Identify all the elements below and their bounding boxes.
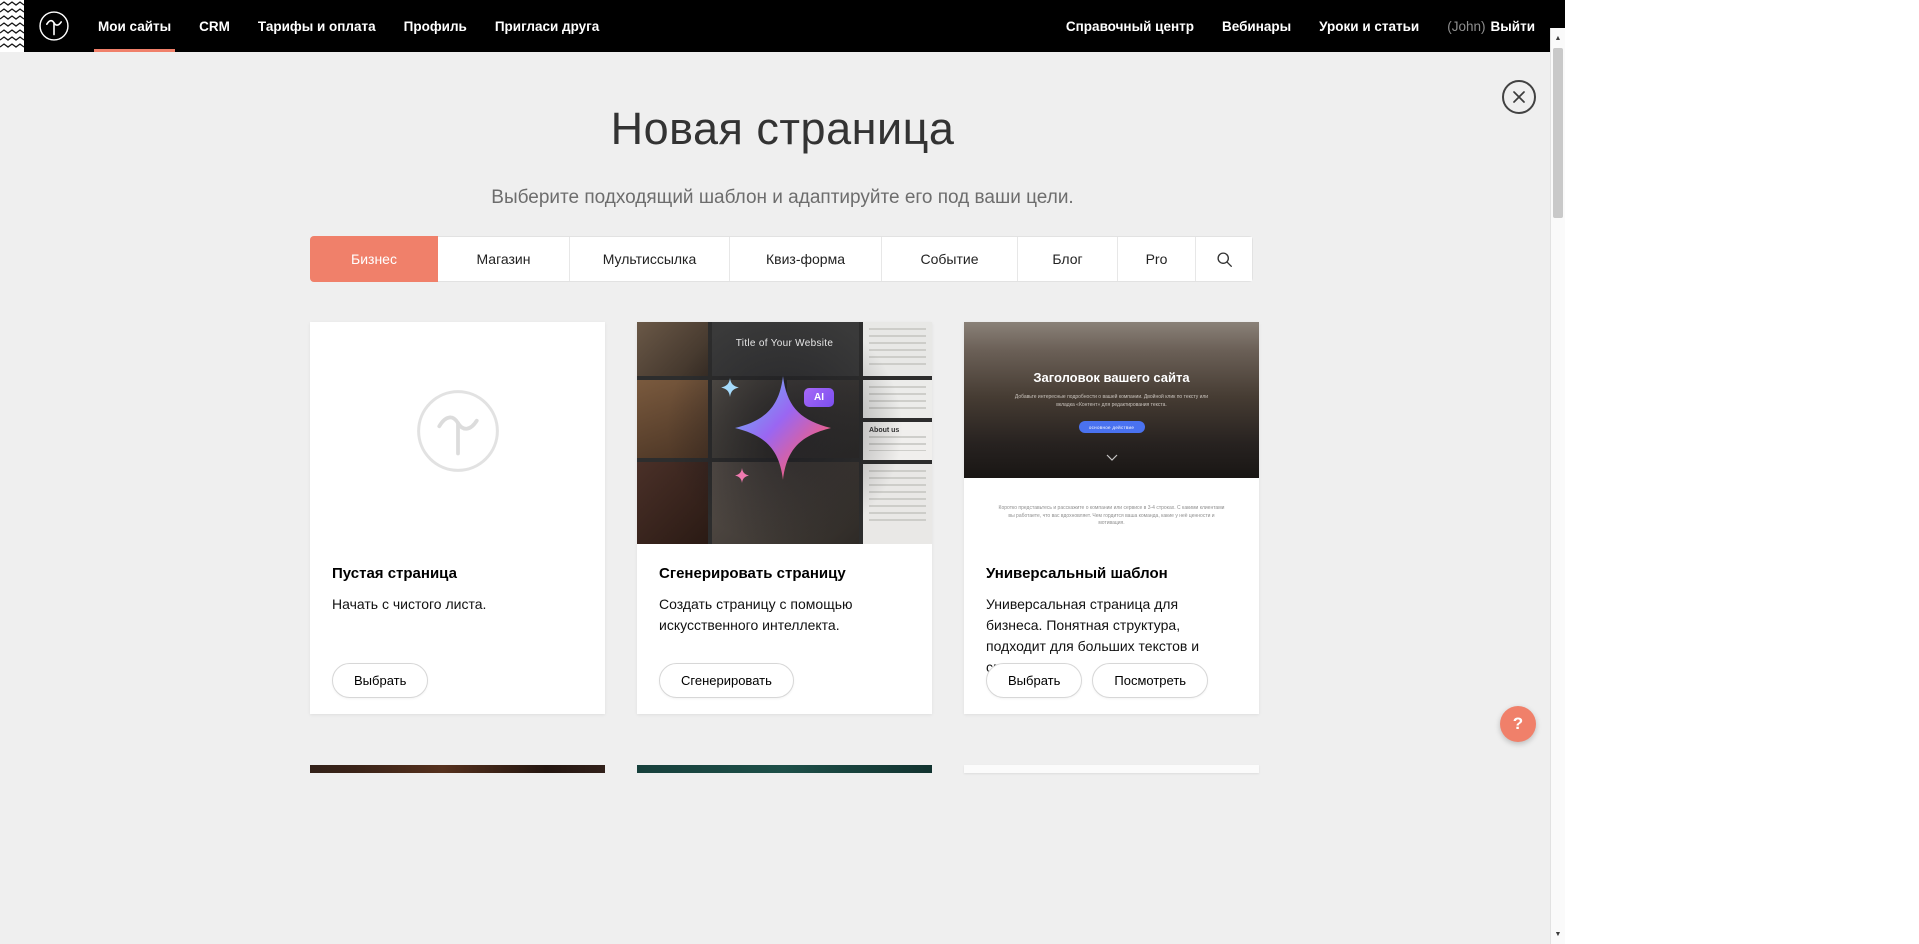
template-grid: Пустая страница Начать с чистого листа. … xyxy=(310,322,1259,714)
nav-help-center[interactable]: Справочный центр xyxy=(1052,0,1208,52)
small-sparkle-icon xyxy=(735,468,749,483)
main-nav: Мои сайты CRM Тарифы и оплата Профиль Пр… xyxy=(84,0,613,52)
template-category-tabs: Бизнес Магазин Мультиссылка Квиз-форма С… xyxy=(310,236,1253,282)
scrollbar-thumb[interactable] xyxy=(1553,48,1563,218)
next-row-card-peek[interactable] xyxy=(310,765,605,773)
universal-template-preview: Заголовок вашего сайта Добавьте интересн… xyxy=(964,322,1259,544)
collage-site-title: Title of Your Website xyxy=(637,338,932,349)
nav-webinars[interactable]: Вебинары xyxy=(1208,0,1305,52)
nav-profile[interactable]: Профиль xyxy=(390,0,481,52)
tab-multilink[interactable]: Мультиссылка xyxy=(570,237,730,281)
logout-label: Выйти xyxy=(1491,19,1536,34)
preview-hero-subtitle: Добавьте интересные подробности о вашей … xyxy=(1006,393,1217,409)
vertical-scrollbar[interactable]: ▲ ▼ xyxy=(1550,28,1565,944)
next-row-peek xyxy=(310,765,1259,773)
top-navbar: Мои сайты CRM Тарифы и оплата Профиль Пр… xyxy=(0,0,1565,52)
template-chooser-page: Мои сайты CRM Тарифы и оплата Профиль Пр… xyxy=(0,0,1565,944)
preview-universal-button[interactable]: Посмотреть xyxy=(1092,663,1208,698)
nav-logout[interactable]: (John) Выйти xyxy=(1433,0,1549,52)
next-row-card-peek[interactable] xyxy=(637,765,932,773)
secondary-nav: Справочный центр Вебинары Уроки и статьи… xyxy=(1052,0,1549,52)
template-card-ai-generate[interactable]: About us Title of Your Website xyxy=(637,322,932,714)
preview-text-block: Коротко представьтесь и расскажите о ком… xyxy=(964,478,1259,544)
card-actions: Выбрать xyxy=(332,663,428,698)
generate-button[interactable]: Сгенерировать xyxy=(659,663,794,698)
nav-lessons[interactable]: Уроки и статьи xyxy=(1305,0,1433,52)
user-name: (John) xyxy=(1447,19,1485,34)
page-subtitle: Выберите подходящий шаблон и адаптируйте… xyxy=(0,187,1565,209)
small-sparkle-icon xyxy=(721,378,739,397)
preview-hero-title: Заголовок вашего сайта xyxy=(964,370,1259,385)
card-actions: Сгенерировать xyxy=(659,663,794,698)
tab-business[interactable]: Бизнес xyxy=(310,236,438,282)
zigzag-pattern xyxy=(0,0,24,52)
help-button[interactable]: ? xyxy=(1500,706,1536,742)
page-title: Новая страница xyxy=(0,103,1565,155)
ai-badge: AI xyxy=(804,388,834,407)
select-blank-button[interactable]: Выбрать xyxy=(332,663,428,698)
tab-pro[interactable]: Pro xyxy=(1118,237,1196,281)
scrollbar-up-arrow[interactable]: ▲ xyxy=(1551,30,1565,46)
tab-search[interactable] xyxy=(1196,237,1252,281)
template-card-blank[interactable]: Пустая страница Начать с чистого листа. … xyxy=(310,322,605,714)
ai-collage-preview: About us Title of Your Website xyxy=(637,322,932,544)
nav-crm[interactable]: CRM xyxy=(185,0,244,52)
tab-quiz-form[interactable]: Квиз-форма xyxy=(730,237,882,281)
next-row-card-peek[interactable] xyxy=(964,765,1259,773)
tab-event[interactable]: Событие xyxy=(882,237,1018,281)
scrollbar-down-arrow[interactable]: ▼ xyxy=(1551,926,1565,942)
select-universal-button[interactable]: Выбрать xyxy=(986,663,1082,698)
card-title: Сгенерировать страницу xyxy=(659,565,910,582)
close-icon xyxy=(1512,90,1526,104)
nav-my-sites[interactable]: Мои сайты xyxy=(84,0,185,52)
card-title: Универсальный шаблон xyxy=(986,565,1237,582)
card-description: Создать страницу с помощью искусственног… xyxy=(659,594,910,636)
chevron-down-icon xyxy=(1106,454,1118,461)
card-title: Пустая страница xyxy=(332,565,583,582)
tab-store[interactable]: Магазин xyxy=(438,237,570,281)
preview-hero-image: Заголовок вашего сайта Добавьте интересн… xyxy=(964,322,1259,478)
close-button[interactable] xyxy=(1502,80,1536,114)
card-description: Начать с чистого листа. xyxy=(332,594,583,615)
card-actions: Выбрать Посмотреть xyxy=(986,663,1208,698)
search-icon xyxy=(1216,251,1233,268)
template-card-universal[interactable]: Заголовок вашего сайта Добавьте интересн… xyxy=(964,322,1259,714)
preview-hero-button: основное действие xyxy=(1079,421,1145,433)
tilda-watermark-icon xyxy=(413,386,503,481)
nav-pricing[interactable]: Тарифы и оплата xyxy=(244,0,390,52)
tilda-logo[interactable] xyxy=(36,8,72,44)
preview-body-text: Коротко представьтесь и расскажите о ком… xyxy=(964,478,1259,528)
nav-invite-friend[interactable]: Пригласи друга xyxy=(481,0,613,52)
tab-blog[interactable]: Блог xyxy=(1018,237,1118,281)
